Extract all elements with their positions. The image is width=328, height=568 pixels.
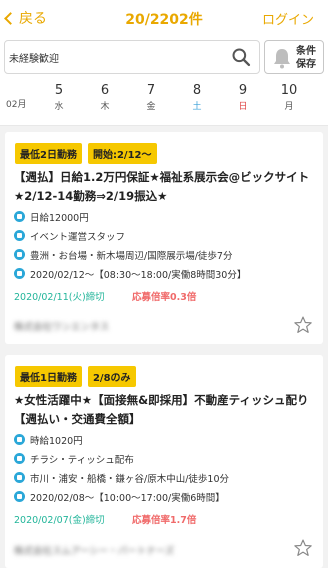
category-row: イベント運営スタッフ xyxy=(14,226,317,245)
company-name: 株式会社スムアーシー・パートナーズ xyxy=(14,546,175,557)
top-nav-bar: 戻る 20/2202件 ログイン xyxy=(0,0,328,36)
date-item[interactable]: 10 月 xyxy=(274,82,304,114)
job-tag: 最低2日勤務 xyxy=(15,143,82,164)
search-input[interactable]: 未経験歓迎 xyxy=(4,40,260,74)
job-tag: 最低1日勤務 xyxy=(15,366,82,387)
search-value: 未経験歓迎 xyxy=(9,54,59,65)
bell-icon xyxy=(274,49,290,69)
category-row: チラシ・ティッシュ配布 xyxy=(14,449,317,468)
application-rate: 応募倍率0.3倍 xyxy=(132,292,197,303)
date-item[interactable]: 9日 xyxy=(228,82,258,114)
job-tags: 最低1日勤務 2/8のみ xyxy=(15,366,136,387)
yen-icon xyxy=(14,211,25,222)
job-tag: 2/8のみ xyxy=(87,366,136,387)
save-condition-button[interactable]: 条件 保存 xyxy=(264,40,324,74)
briefcase-icon xyxy=(14,453,25,464)
pay-row: 日給12000円 xyxy=(14,207,317,226)
briefcase-icon xyxy=(14,230,25,241)
job-info: 日給12000円 イベント運営スタッフ 豊洲・お台場・新木場周辺/国際展示場/徒… xyxy=(14,207,317,283)
save-condition-label: 条件 保存 xyxy=(296,46,316,70)
favorite-star-icon[interactable] xyxy=(293,538,313,558)
location-pin-icon xyxy=(14,472,25,483)
date-item[interactable]: 7金 xyxy=(136,82,166,114)
job-info: 時給1020円 チラシ・ティッシュ配布 市川・浦安・船橋・鎌ヶ谷/原木中山/徒歩… xyxy=(14,430,317,506)
deadline-text: 2020/02/11(火)締切 xyxy=(14,292,105,303)
month-label: 02月 xyxy=(6,100,27,110)
job-tags: 最低2日勤務 開始:2/12〜 xyxy=(15,143,157,164)
date-item[interactable]: 5水 xyxy=(44,82,74,114)
clock-icon xyxy=(14,491,25,502)
job-card[interactable]: 最低2日勤務 開始:2/12〜 【週払】日給1.2万円保証★福祉系展示会@ビック… xyxy=(5,132,323,344)
application-rate: 応募倍率1.7倍 xyxy=(132,515,197,526)
job-tag: 開始:2/12〜 xyxy=(87,143,157,164)
clock-icon xyxy=(14,268,25,279)
deadline-text: 2020/02/07(金)締切 xyxy=(14,515,105,526)
job-title[interactable]: ★女性活躍中★【面接無&即採用】不動産ティッシュ配り【週払い・交通費全額】 xyxy=(14,391,314,429)
yen-icon xyxy=(14,434,25,445)
search-bar: 未経験歓迎 条件 保存 xyxy=(0,36,328,80)
location-pin-icon xyxy=(14,249,25,260)
favorite-star-icon[interactable] xyxy=(293,315,313,335)
search-icon[interactable] xyxy=(231,47,251,67)
job-title[interactable]: 【週払】日給1.2万円保証★福祉系展示会@ビックサイト★2/12-14勤務⇒2/… xyxy=(14,168,314,206)
schedule-row: 2020/02/08〜【10:00〜17:00/実働6時間】 xyxy=(14,487,317,506)
pay-row: 時給1020円 xyxy=(14,430,317,449)
company-name: 株式会社ワンエンタス xyxy=(14,322,110,333)
location-row: 豊洲・お台場・新木場周辺/国際展示場/徒歩7分 xyxy=(14,245,317,264)
schedule-row: 2020/02/12〜【08:30〜18:00/実働8時間30分】 xyxy=(14,264,317,283)
date-item[interactable]: 6木 xyxy=(90,82,120,114)
job-card[interactable]: 最低1日勤務 2/8のみ ★女性活躍中★【面接無&即採用】不動産ティッシュ配り【… xyxy=(5,355,323,568)
login-button[interactable]: ログイン xyxy=(262,9,314,28)
date-selector: 02月 5水 6木 7金 8土 9日 10 月 xyxy=(0,80,328,126)
location-row: 市川・浦安・船橋・鎌ヶ谷/原木中山/徒歩10分 xyxy=(14,468,317,487)
date-item[interactable]: 8土 xyxy=(182,82,212,114)
